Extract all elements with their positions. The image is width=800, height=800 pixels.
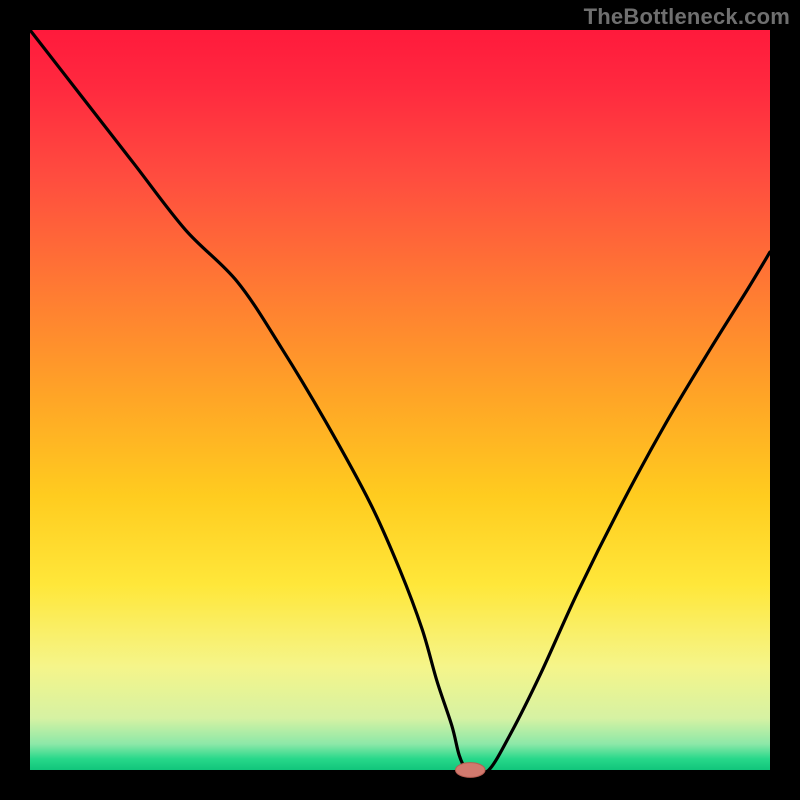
bottleneck-chart: TheBottleneck.com bbox=[0, 0, 800, 800]
chart-plot-area bbox=[30, 30, 770, 770]
watermark-label: TheBottleneck.com bbox=[584, 4, 790, 30]
chart-svg bbox=[0, 0, 800, 800]
optimum-marker bbox=[456, 763, 486, 778]
